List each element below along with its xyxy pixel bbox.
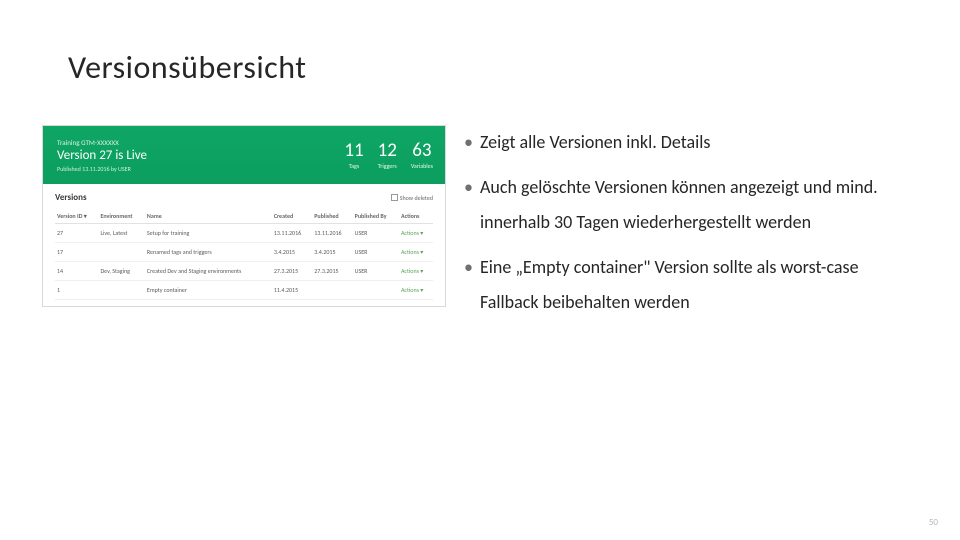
cell-by: USER <box>353 243 399 262</box>
cell-published: 27.3.2015 <box>312 262 352 281</box>
table-row[interactable]: 27 Live, Latest Setup for training 13.11… <box>55 224 433 243</box>
table-row[interactable]: 17 Renamed tags and triggers 3.4.2015 3.… <box>55 243 433 262</box>
table-row[interactable]: 1 Empty container 11.4.2015 Actions ▾ <box>55 281 433 300</box>
stat-label: Variables <box>411 162 433 170</box>
gtm-banner: Training GTM-XXXXXX Version 27 is Live P… <box>43 126 445 184</box>
col-created[interactable]: Created <box>272 209 312 224</box>
cell-actions[interactable]: Actions ▾ <box>399 243 433 262</box>
slide-title: Versionsübersicht <box>68 48 306 87</box>
cell-published: 13.11.2016 <box>312 224 352 243</box>
versions-panel: Versions Show deleted Version ID ▾ Envir… <box>43 184 445 306</box>
page-number: 50 <box>929 517 938 528</box>
table-row[interactable]: 14 Dev, Staging Created Dev and Staging … <box>55 262 433 281</box>
col-actions: Actions <box>399 209 433 224</box>
cell-env: Live, Latest <box>98 224 144 243</box>
cell-actions[interactable]: Actions ▾ <box>399 281 433 300</box>
stat-variables: 63 Variables <box>411 141 433 170</box>
banner-info: Training GTM-XXXXXX Version 27 is Live P… <box>57 138 344 173</box>
gtm-screenshot: Training GTM-XXXXXX Version 27 is Live P… <box>42 125 446 307</box>
cell-by: USER <box>353 262 399 281</box>
stat-num: 63 <box>411 141 433 160</box>
col-name[interactable]: Name <box>145 209 272 224</box>
cell-created: 13.11.2016 <box>272 224 312 243</box>
cell-published: 3.4.2015 <box>312 243 352 262</box>
table-header-row: Version ID ▾ Environment Name Created Pu… <box>55 209 433 224</box>
stat-triggers: 12 Triggers <box>378 141 397 170</box>
published-line: Published 13.11.2016 by USER <box>57 165 344 173</box>
show-deleted-checkbox[interactable]: Show deleted <box>391 194 433 202</box>
bullet-item: Auch gelöschte Versionen können angezeig… <box>464 170 906 240</box>
cell-actions[interactable]: Actions ▾ <box>399 262 433 281</box>
content-row: Training GTM-XXXXXX Version 27 is Live P… <box>42 125 918 330</box>
live-version-line: Version 27 is Live <box>57 148 344 163</box>
col-environment[interactable]: Environment <box>98 209 144 224</box>
versions-header: Versions Show deleted <box>55 192 433 203</box>
stat-label: Triggers <box>378 162 397 170</box>
cell-name: Setup for training <box>145 224 272 243</box>
cell-created: 11.4.2015 <box>272 281 312 300</box>
cell-env <box>98 281 144 300</box>
stat-label: Tags <box>344 162 363 170</box>
screenshot-column: Training GTM-XXXXXX Version 27 is Live P… <box>42 125 446 330</box>
training-label: Training GTM-XXXXXX <box>57 138 344 147</box>
versions-title: Versions <box>55 192 87 203</box>
cell-id: 1 <box>55 281 98 300</box>
cell-created: 3.4.2015 <box>272 243 312 262</box>
cell-created: 27.3.2015 <box>272 262 312 281</box>
cell-id: 17 <box>55 243 98 262</box>
versions-table: Version ID ▾ Environment Name Created Pu… <box>55 209 433 300</box>
cell-env: Dev, Staging <box>98 262 144 281</box>
bullet-item: Eine „Empty container" Version sollte al… <box>464 250 906 320</box>
cell-name: Created Dev and Staging environments <box>145 262 272 281</box>
cell-by: USER <box>353 224 399 243</box>
col-published[interactable]: Published <box>312 209 352 224</box>
show-deleted-label: Show deleted <box>400 194 433 202</box>
bullet-list: Zeigt alle Versionen inkl. Details Auch … <box>464 125 906 320</box>
stat-num: 11 <box>344 141 363 160</box>
stat-tags: 11 Tags <box>344 141 363 170</box>
cell-id: 14 <box>55 262 98 281</box>
col-published-by[interactable]: Published By <box>353 209 399 224</box>
bullet-item: Zeigt alle Versionen inkl. Details <box>464 125 906 160</box>
checkbox-icon <box>391 194 398 201</box>
text-column: Zeigt alle Versionen inkl. Details Auch … <box>446 125 906 330</box>
cell-env <box>98 243 144 262</box>
stat-num: 12 <box>378 141 397 160</box>
cell-id: 27 <box>55 224 98 243</box>
cell-by <box>353 281 399 300</box>
cell-published <box>312 281 352 300</box>
cell-name: Renamed tags and triggers <box>145 243 272 262</box>
cell-name: Empty container <box>145 281 272 300</box>
cell-actions[interactable]: Actions ▾ <box>399 224 433 243</box>
col-version-id[interactable]: Version ID ▾ <box>55 209 98 224</box>
banner-stats: 11 Tags 12 Triggers 63 Variables <box>344 141 433 170</box>
